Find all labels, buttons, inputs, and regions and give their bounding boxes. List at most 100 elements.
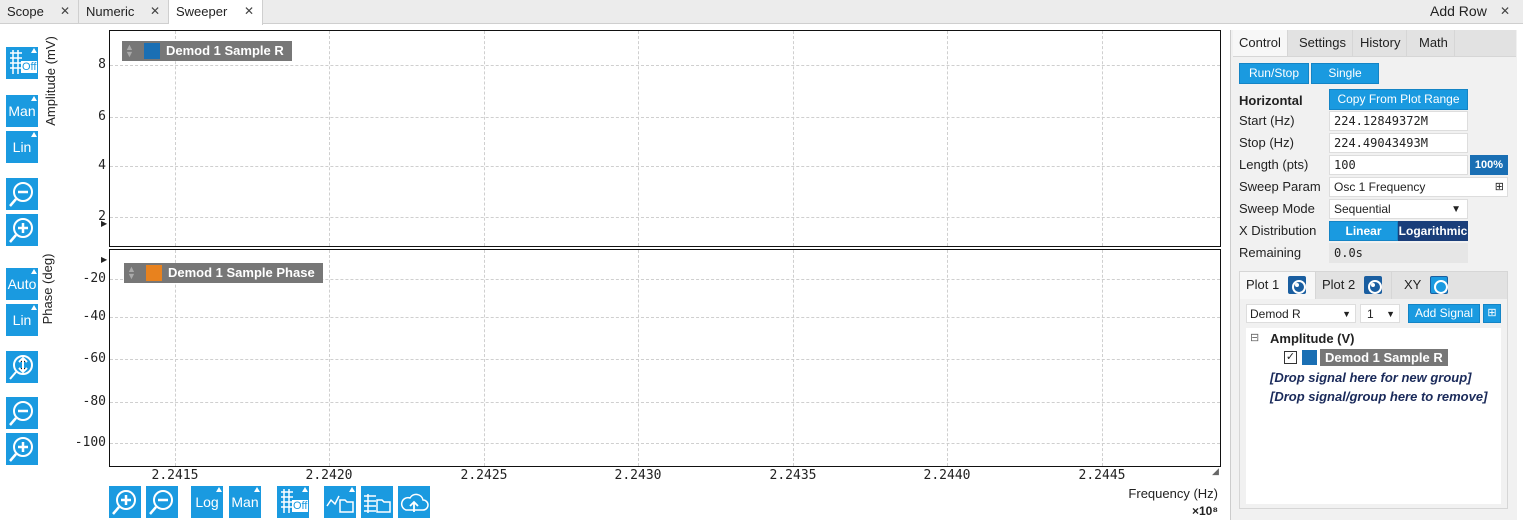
- load-table-button[interactable]: [361, 486, 393, 518]
- start-field[interactable]: 224.12849372M: [1329, 111, 1468, 131]
- chevron-down-icon: ▼: [1342, 309, 1351, 319]
- add-row-button[interactable]: Add Row: [1430, 0, 1487, 23]
- drop-new-group[interactable]: [Drop signal here for new group]: [1270, 370, 1472, 385]
- grid-off-button[interactable]: Off: [6, 47, 38, 79]
- zoom-in-button-2[interactable]: [6, 433, 38, 465]
- range-man-button[interactable]: Man: [6, 95, 38, 127]
- zoom-out-button[interactable]: [6, 178, 38, 210]
- tree-select-icon[interactable]: ⊞: [1495, 178, 1504, 197]
- remaining-value: 0.0s: [1329, 243, 1468, 263]
- cloud-upload-button[interactable]: [398, 486, 430, 518]
- log-label: Log: [195, 494, 219, 510]
- tab-xy[interactable]: XY: [1392, 272, 1452, 299]
- signal-tree: ⊟ Amplitude (V) ✓ Demod 1 Sample R [Drop…: [1246, 328, 1501, 504]
- single-button[interactable]: Single: [1311, 63, 1379, 84]
- x-zoom-in-button[interactable]: [109, 486, 141, 518]
- zoom-fit-button[interactable]: [6, 351, 38, 383]
- sweep-mode-select[interactable]: Sequential ▼: [1329, 199, 1468, 219]
- zoom-out-button-2[interactable]: [6, 397, 38, 429]
- linear-button[interactable]: Linear: [1329, 221, 1398, 241]
- man-label: Man: [231, 494, 259, 510]
- close-icon[interactable]: ✕: [244, 0, 254, 23]
- tab-numeric[interactable]: Numeric ✕: [79, 0, 169, 24]
- y-tick: -20: [82, 271, 106, 286]
- radio-icon[interactable]: [1430, 276, 1448, 294]
- length-field[interactable]: 100: [1329, 155, 1468, 175]
- tab-plot-1[interactable]: Plot 1: [1240, 272, 1316, 299]
- x-range-man-button[interactable]: Man: [229, 486, 261, 518]
- tab-history[interactable]: History: [1354, 30, 1408, 56]
- signal-checkbox[interactable]: ✓: [1284, 351, 1297, 364]
- sweep-param-field[interactable]: Osc 1 Frequency ⊞: [1329, 177, 1508, 197]
- length-percent-badge[interactable]: 100%: [1470, 155, 1508, 175]
- off-label: Off: [292, 500, 309, 512]
- load-waveform-button[interactable]: [324, 486, 356, 518]
- control-panel: Control Settings History Math Run/Stop S…: [1230, 30, 1517, 520]
- index-select[interactable]: 1 ▼: [1360, 304, 1400, 323]
- y-tick: -80: [82, 394, 106, 409]
- x-axis-label: Frequency (Hz): [1128, 486, 1218, 501]
- tab-label: Sweeper: [176, 4, 228, 19]
- tab-label: Plot 2: [1322, 277, 1356, 292]
- signal-select[interactable]: Demod R ▼: [1246, 304, 1356, 323]
- tab-plot-2[interactable]: Plot 2: [1316, 272, 1392, 299]
- legend-upper[interactable]: ▲ ▼ Demod 1 Sample R: [122, 41, 292, 61]
- xdist-label: X Distribution: [1239, 223, 1317, 238]
- tab-math[interactable]: Math: [1413, 30, 1455, 56]
- sweep-param-label: Sweep Param: [1239, 179, 1321, 194]
- legend-lower[interactable]: ▲ ▼ Demod 1 Sample Phase: [124, 263, 323, 283]
- x-tick: 2.2445: [1078, 468, 1126, 483]
- resize-handle-icon[interactable]: ◢: [1212, 466, 1219, 477]
- tab-scope[interactable]: Scope ✕: [0, 0, 79, 24]
- lin-label: Lin: [12, 312, 32, 328]
- upper-plot[interactable]: ▲ ▼ Demod 1 Sample R ▶: [101, 30, 1221, 247]
- close-icon[interactable]: ✕: [150, 0, 160, 23]
- zoom-in-button[interactable]: [6, 214, 38, 246]
- cursor-marker-icon[interactable]: ▶: [101, 255, 107, 264]
- copy-from-plot-range-button[interactable]: Copy From Plot Range: [1329, 89, 1468, 110]
- add-signal-button[interactable]: Add Signal: [1408, 304, 1480, 323]
- sweep-param-value: Osc 1 Frequency: [1334, 180, 1426, 194]
- legend-label: Demod 1 Sample R: [166, 43, 284, 58]
- radio-icon[interactable]: [1288, 276, 1306, 294]
- y-tick: 2: [98, 209, 106, 224]
- radio-icon[interactable]: [1364, 276, 1382, 294]
- off-label: Off: [21, 61, 38, 73]
- lower-ylabel: Phase (deg): [40, 253, 55, 325]
- x-tick: 2.2430: [614, 468, 662, 483]
- x-grid-off-button[interactable]: Off: [277, 486, 309, 518]
- close-icon[interactable]: ✕: [60, 0, 70, 23]
- scale-lin-button-2[interactable]: Lin: [6, 304, 38, 336]
- collapse-icon[interactable]: ⊟: [1250, 331, 1259, 344]
- auto-label: Auto: [7, 276, 37, 292]
- x-scale-log-button[interactable]: Log: [191, 486, 223, 518]
- tab-settings[interactable]: Settings: [1293, 30, 1353, 56]
- x-tick: 2.2440: [923, 468, 971, 483]
- tab-label: Numeric: [86, 4, 135, 19]
- legend-label: Demod 1 Sample Phase: [168, 265, 315, 280]
- lower-plot[interactable]: ▲ ▼ Demod 1 Sample Phase ▶: [101, 249, 1221, 467]
- tree-item[interactable]: Demod 1 Sample R: [1320, 349, 1448, 366]
- scale-lin-button[interactable]: Lin: [6, 131, 38, 163]
- close-icon[interactable]: ✕: [1500, 0, 1510, 23]
- x-zoom-out-button[interactable]: [146, 486, 178, 518]
- x-tick: 2.2420: [305, 468, 353, 483]
- tab-sweeper[interactable]: Sweeper ✕: [169, 0, 263, 25]
- length-label: Length (pts): [1239, 157, 1309, 172]
- logarithmic-button[interactable]: Logarithmic: [1398, 221, 1468, 241]
- y-tick: -100: [74, 435, 106, 450]
- x-tick: 2.2425: [460, 468, 508, 483]
- tab-bar: Scope ✕ Numeric ✕ Sweeper ✕ Add Row ✕: [0, 0, 1523, 25]
- horizontal-heading: Horizontal: [1239, 93, 1303, 108]
- range-auto-button[interactable]: Auto: [6, 268, 38, 300]
- tab-label: Scope: [7, 4, 44, 19]
- stop-label: Stop (Hz): [1239, 135, 1294, 150]
- tab-control[interactable]: Control: [1233, 30, 1288, 56]
- stop-field[interactable]: 224.49043493M: [1329, 133, 1468, 153]
- zoom-out-icon: [9, 182, 33, 207]
- tree-select-icon[interactable]: ⊞: [1483, 304, 1501, 323]
- zoom-in-icon: [9, 218, 33, 243]
- drop-remove[interactable]: [Drop signal/group here to remove]: [1270, 389, 1487, 404]
- run-stop-button[interactable]: Run/Stop: [1239, 63, 1309, 84]
- cloud-upload-icon: [400, 493, 429, 512]
